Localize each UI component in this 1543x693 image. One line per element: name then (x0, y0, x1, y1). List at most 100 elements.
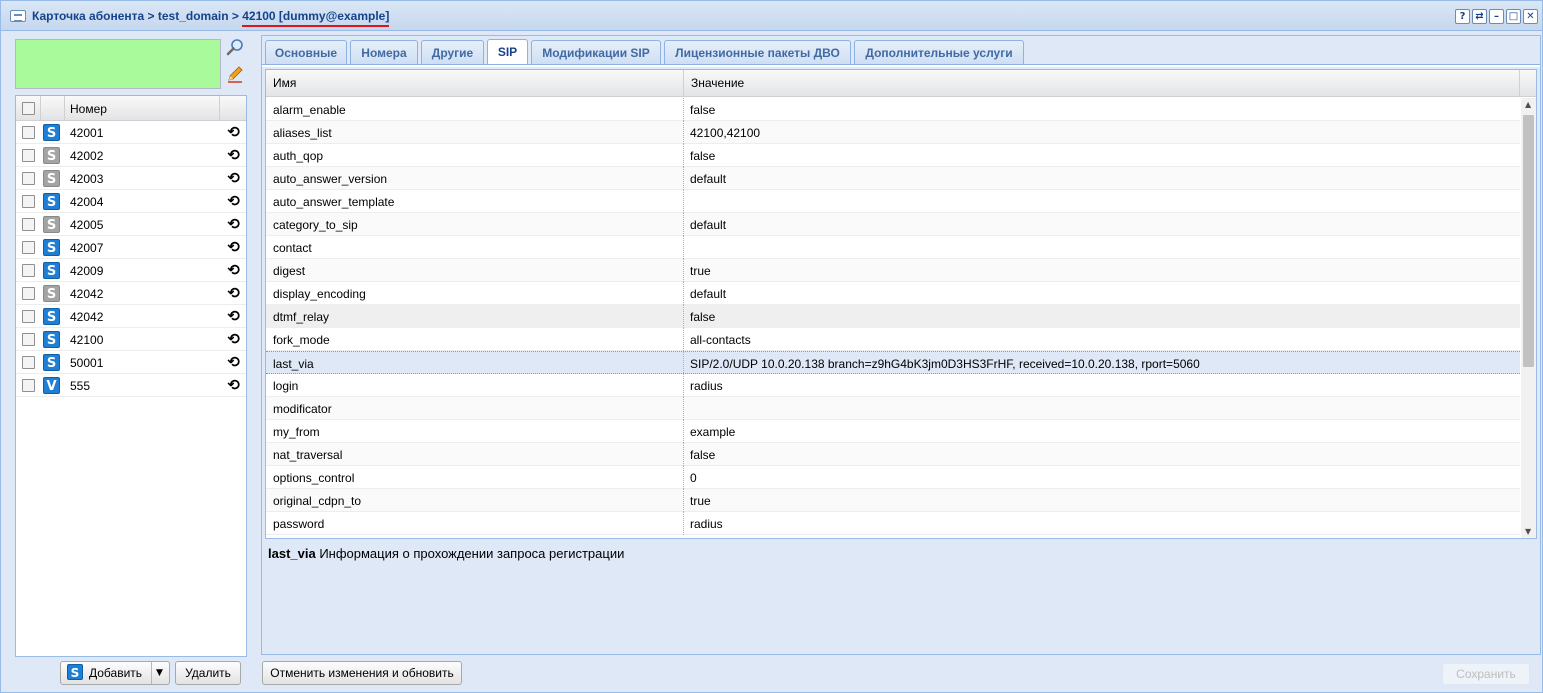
property-value[interactable]: false (690, 310, 715, 324)
chevron-down-icon[interactable]: ▼ (156, 662, 163, 684)
scrollbar-thumb[interactable] (1523, 115, 1534, 367)
table-row[interactable]: options_control 0 (266, 466, 1520, 489)
row-checkbox[interactable] (22, 310, 35, 323)
search-icon[interactable] (224, 38, 246, 60)
history-icon[interactable]: ⟲ (227, 169, 240, 187)
row-checkbox[interactable] (22, 195, 35, 208)
property-value[interactable]: false (690, 149, 715, 163)
property-value[interactable]: 42100,42100 (690, 126, 760, 140)
table-row[interactable]: display_encoding default (266, 282, 1520, 305)
property-value[interactable]: radius (690, 379, 723, 393)
row-checkbox[interactable] (22, 356, 35, 369)
tab-main[interactable]: Основные (265, 40, 347, 65)
help-icon[interactable]: ? (1455, 9, 1470, 24)
row-checkbox[interactable] (22, 287, 35, 300)
history-icon[interactable]: ⟲ (227, 284, 240, 302)
property-value[interactable]: false (690, 448, 715, 462)
refresh-icon[interactable]: ⇄ (1472, 9, 1487, 24)
list-item[interactable]: S 50001 ⟲ (16, 351, 246, 374)
scroll-up-icon[interactable]: ▲ (1525, 100, 1531, 109)
history-icon[interactable]: ⟲ (227, 146, 240, 164)
row-checkbox[interactable] (22, 126, 35, 139)
row-checkbox[interactable] (22, 218, 35, 231)
property-value[interactable]: false (690, 103, 715, 117)
property-value[interactable]: default (690, 172, 726, 186)
property-value[interactable]: 0 (690, 471, 697, 485)
table-row[interactable]: alarm_enable false (266, 98, 1520, 121)
list-item[interactable]: S 42042 ⟲ (16, 282, 246, 305)
tab-additional-services[interactable]: Дополнительные услуги (854, 40, 1024, 65)
delete-button[interactable]: Удалить (175, 661, 241, 685)
table-row[interactable]: dtmf_relay false (266, 305, 1520, 328)
property-value[interactable]: radius (690, 517, 723, 531)
property-value[interactable]: SIP/2.0/UDP 10.0.20.138 branch=z9hG4bK3j… (690, 357, 1200, 371)
history-icon[interactable]: ⟲ (227, 330, 240, 348)
pencil-icon[interactable] (224, 65, 246, 87)
table-row[interactable]: auto_answer_template (266, 190, 1520, 213)
table-row[interactable]: modificator (266, 397, 1520, 420)
table-row[interactable]: auth_qop false (266, 144, 1520, 167)
history-icon[interactable]: ⟲ (227, 261, 240, 279)
close-icon[interactable]: ✕ (1523, 9, 1538, 24)
column-header-value[interactable]: Значение (684, 70, 1520, 97)
list-item[interactable]: V 555 ⟲ (16, 374, 246, 397)
table-row[interactable]: my_from example (266, 420, 1520, 443)
property-value[interactable]: true (690, 494, 711, 508)
property-value[interactable]: default (690, 218, 726, 232)
list-item[interactable]: S 42042 ⟲ (16, 305, 246, 328)
save-button[interactable]: Сохранить (1442, 663, 1530, 685)
list-item[interactable]: S 42007 ⟲ (16, 236, 246, 259)
column-header-name[interactable]: Имя (266, 70, 684, 97)
history-icon[interactable]: ⟲ (227, 215, 240, 233)
list-item[interactable]: S 42001 ⟲ (16, 121, 246, 144)
row-checkbox[interactable] (22, 264, 35, 277)
history-icon[interactable]: ⟲ (227, 192, 240, 210)
row-checkbox[interactable] (22, 379, 35, 392)
column-header-number[interactable]: Номер (70, 102, 107, 116)
table-row[interactable]: auto_answer_version default (266, 167, 1520, 190)
table-row[interactable]: category_to_sip default (266, 213, 1520, 236)
minimize-icon[interactable]: – (1489, 9, 1504, 24)
table-row[interactable]: original_cdpn_to true (266, 489, 1520, 512)
property-value[interactable]: default (690, 287, 726, 301)
cancel-and-refresh-button[interactable]: Отменить изменения и обновить (262, 661, 462, 685)
scroll-down-icon[interactable]: ▼ (1525, 527, 1531, 536)
table-row[interactable]: contact (266, 236, 1520, 259)
row-checkbox[interactable] (22, 172, 35, 185)
sip-type-icon: S (43, 170, 60, 187)
history-icon[interactable]: ⟲ (227, 376, 240, 394)
row-checkbox[interactable] (22, 333, 35, 346)
history-icon[interactable]: ⟲ (227, 238, 240, 256)
list-item[interactable]: S 42003 ⟲ (16, 167, 246, 190)
property-value[interactable]: true (690, 264, 711, 278)
list-item[interactable]: S 42100 ⟲ (16, 328, 246, 351)
tab-sip[interactable]: SIP (487, 39, 528, 66)
tab-sip-modifications[interactable]: Модификации SIP (531, 40, 661, 65)
table-row[interactable]: aliases_list 42100,42100 (266, 121, 1520, 144)
tab-license-packages[interactable]: Лицензионные пакеты ДВО (664, 40, 851, 65)
list-item[interactable]: S 42005 ⟲ (16, 213, 246, 236)
history-icon[interactable]: ⟲ (227, 307, 240, 325)
list-item[interactable]: S 42009 ⟲ (16, 259, 246, 282)
list-item[interactable]: S 42004 ⟲ (16, 190, 246, 213)
table-row[interactable]: password radius (266, 512, 1520, 535)
select-all-checkbox[interactable] (22, 102, 35, 115)
add-button[interactable]: S Добавить ▼ (60, 661, 170, 685)
vertical-scrollbar[interactable]: ▲ ▼ (1521, 98, 1536, 538)
history-icon[interactable]: ⟲ (227, 123, 240, 141)
list-item[interactable]: S 42002 ⟲ (16, 144, 246, 167)
table-row[interactable]: last_via SIP/2.0/UDP 10.0.20.138 branch=z… (266, 351, 1520, 375)
add-button-label: Добавить (89, 666, 143, 680)
history-icon[interactable]: ⟲ (227, 353, 240, 371)
row-checkbox[interactable] (22, 149, 35, 162)
table-row[interactable]: nat_traversal false (266, 443, 1520, 466)
property-value[interactable]: example (690, 425, 735, 439)
row-checkbox[interactable] (22, 241, 35, 254)
maximize-icon[interactable]: □ (1506, 9, 1521, 24)
tab-other[interactable]: Другие (421, 40, 484, 65)
table-row[interactable]: digest true (266, 259, 1520, 282)
property-value[interactable]: all-contacts (690, 333, 751, 347)
tab-numbers[interactable]: Номера (350, 40, 418, 65)
table-row[interactable]: login radius (266, 374, 1520, 397)
table-row[interactable]: fork_mode all-contacts (266, 328, 1520, 351)
